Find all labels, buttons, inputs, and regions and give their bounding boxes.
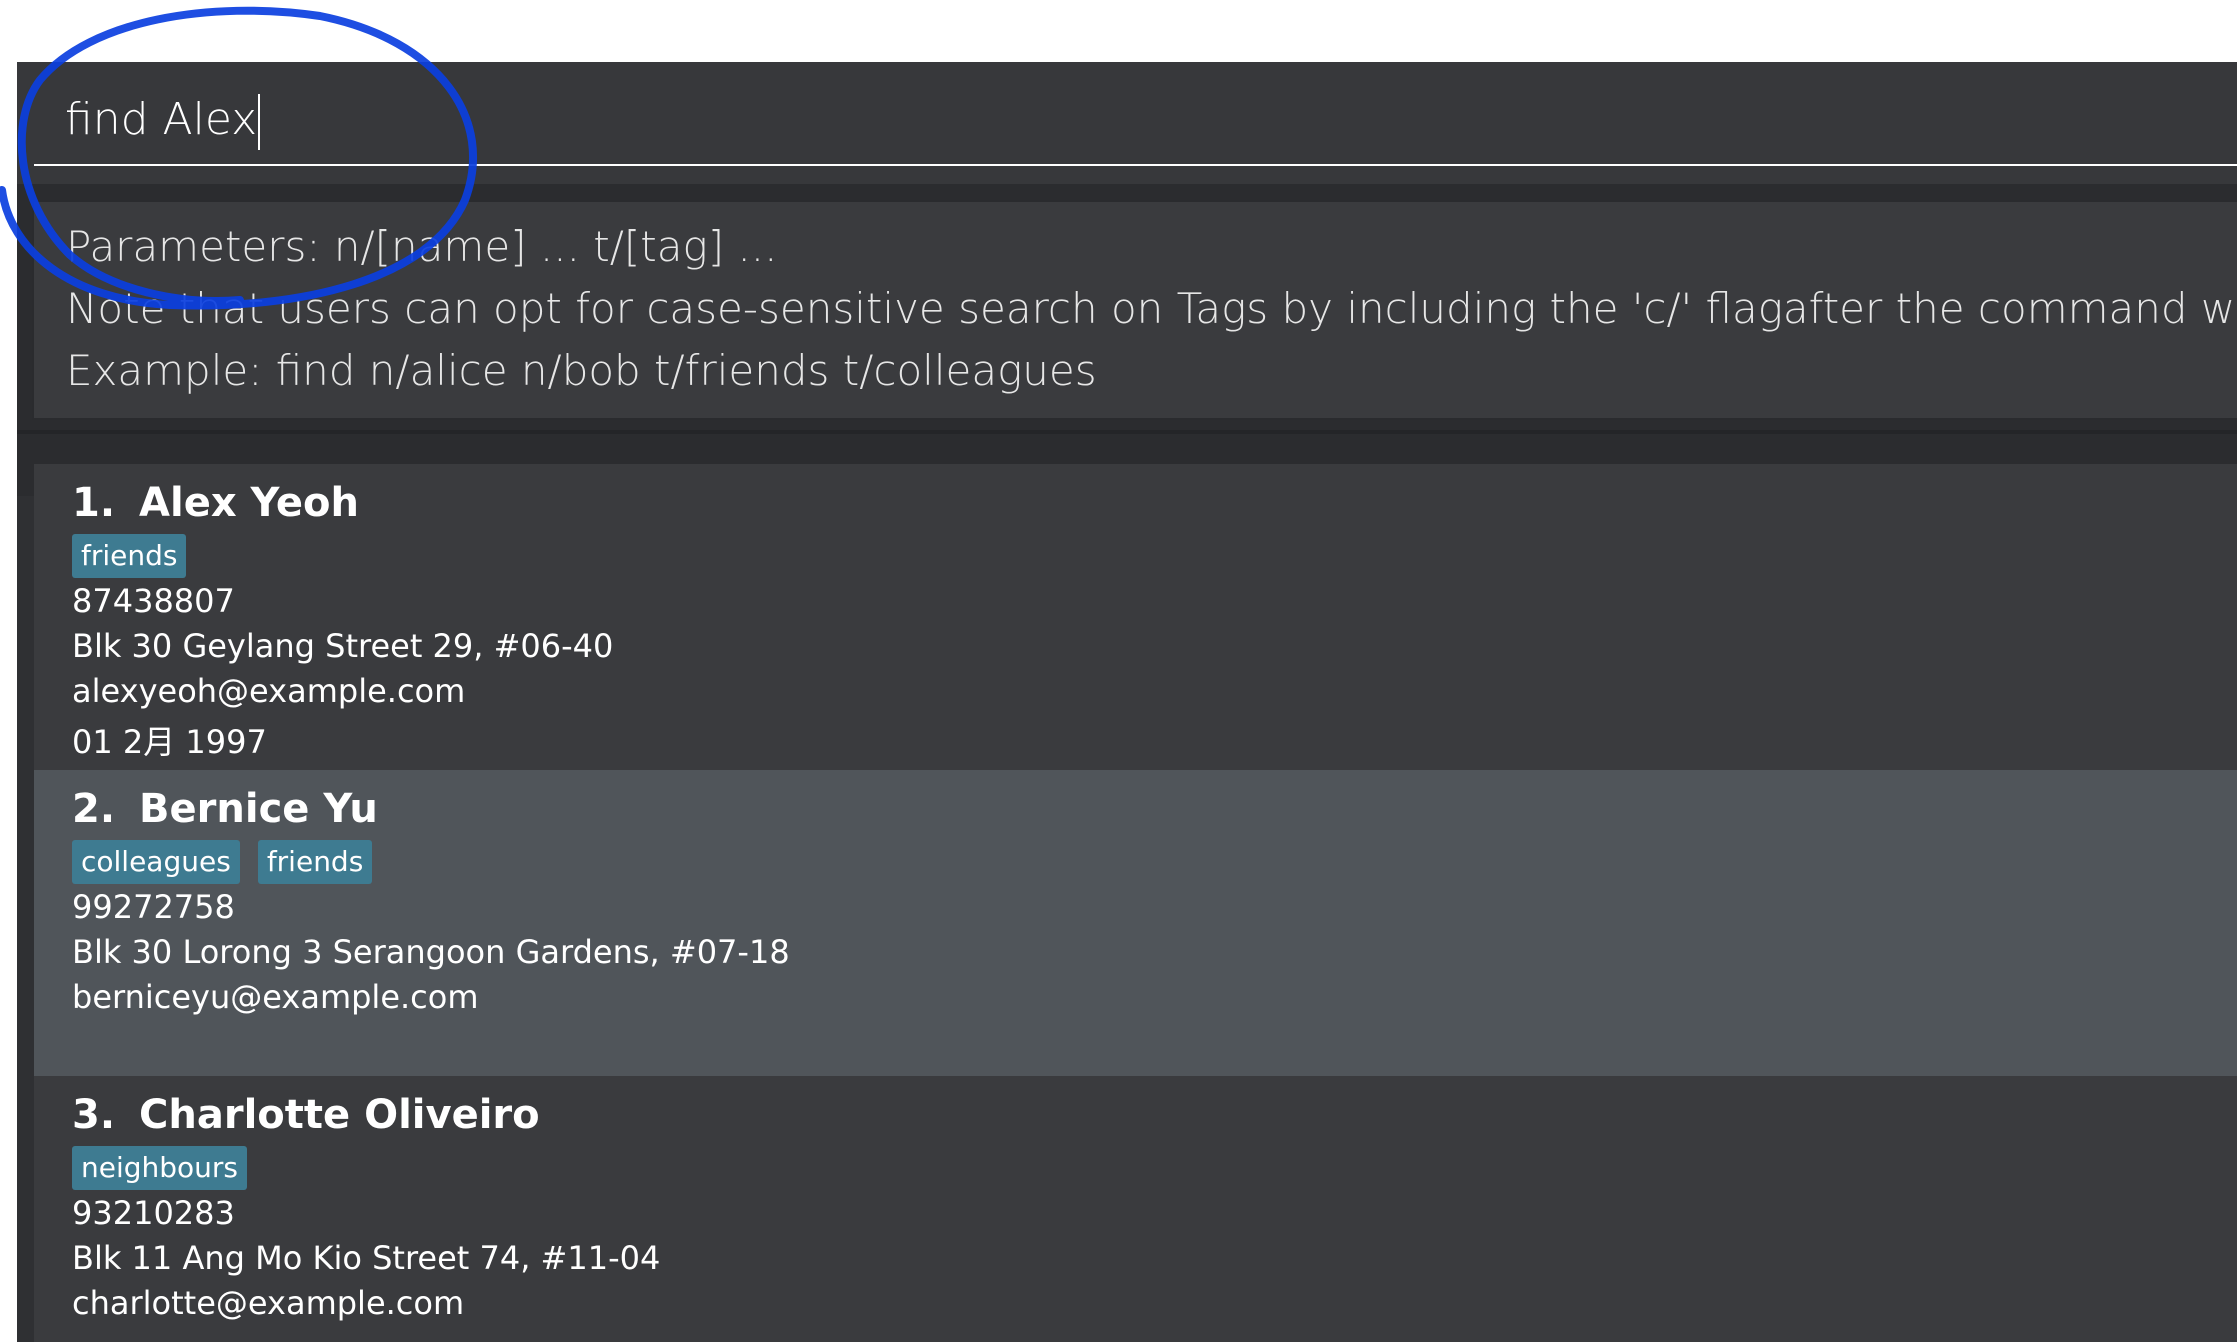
result-line-example: Example: find n/alice n/bob t/friends t/… <box>66 346 1097 395</box>
person-address: Blk 11 Ang Mo Kio Street 74, #11-04 <box>72 1239 661 1277</box>
tag-badge: colleagues <box>72 840 240 884</box>
person-card[interactable]: 2. Bernice Yu colleagues friends 99272758… <box>34 770 2237 1076</box>
person-index: 3. <box>72 1092 116 1138</box>
person-card[interactable]: 3. Charlotte Oliveiro neighbours 93210283… <box>34 1076 2237 1342</box>
panel-divider <box>17 430 2237 434</box>
person-index: 2. <box>72 786 116 832</box>
text-caret <box>258 94 261 150</box>
person-name: 1. Alex Yeoh <box>72 480 359 526</box>
command-input-underline <box>34 164 2237 166</box>
person-phone: 93210283 <box>72 1194 235 1232</box>
person-name: 3. Charlotte Oliveiro <box>72 1092 540 1138</box>
person-index: 1. <box>72 480 116 526</box>
result-display-panel: Parameters: n/[name] ... t/[tag] ... Not… <box>17 184 2237 496</box>
person-phone: 87438807 <box>72 582 235 620</box>
result-line-note: Note that users can opt for case-sensiti… <box>66 284 2237 333</box>
tag-badge: friends <box>72 534 187 578</box>
person-address: Blk 30 Geylang Street 29, #06-40 <box>72 627 614 665</box>
person-name-text: Alex Yeoh <box>139 480 359 526</box>
person-card[interactable]: 1. Alex Yeoh friends 87438807 Blk 30 Geyl… <box>34 464 2237 770</box>
person-email: charlotte@example.com <box>72 1284 465 1322</box>
person-list[interactable]: 1. Alex Yeoh friends 87438807 Blk 30 Geyl… <box>34 464 2237 1342</box>
tag-badge: neighbours <box>72 1146 248 1190</box>
person-birthday: 01 2月 1997 <box>72 723 267 761</box>
person-phone: 99272758 <box>72 888 235 926</box>
person-address: Blk 30 Lorong 3 Serangoon Gardens, #07-1… <box>72 933 790 971</box>
person-name: 2. Bernice Yu <box>72 786 378 832</box>
address-book-window: find Alex Parameters: n/[name] ... t/[ta… <box>17 62 2237 1342</box>
result-display: Parameters: n/[name] ... t/[tag] ... Not… <box>32 200 2237 420</box>
person-name-text: Charlotte Oliveiro <box>139 1092 540 1138</box>
tag-badge: friends <box>257 840 373 884</box>
command-input[interactable]: find Alex <box>65 88 261 152</box>
person-email: berniceyu@example.com <box>72 978 479 1016</box>
command-box[interactable]: find Alex <box>17 62 2237 184</box>
tag-list: colleagues friends <box>72 840 373 884</box>
person-name-text: Bernice Yu <box>139 786 378 832</box>
command-text: find Alex <box>65 94 258 145</box>
tag-list: neighbours <box>72 1146 248 1190</box>
person-email: alexyeoh@example.com <box>72 672 466 710</box>
tag-list: friends <box>72 534 187 578</box>
result-line-parameters: Parameters: n/[name] ... t/[tag] ... <box>66 222 778 271</box>
